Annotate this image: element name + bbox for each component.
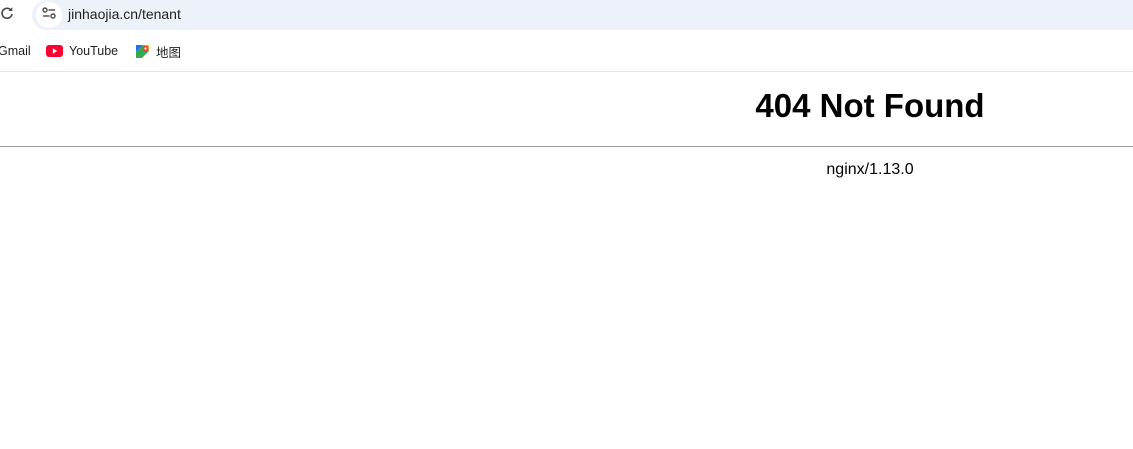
tune-icon (41, 5, 57, 26)
bookmark-label: 地图 (156, 45, 182, 60)
horizontal-rule (0, 146, 1133, 147)
bookmark-label: YouTube (69, 44, 119, 58)
bookmark-label: Gmail (0, 44, 31, 58)
reload-button[interactable] (0, 6, 14, 24)
bookmarks-bar: Gmail YouTube 地图 (0, 36, 1133, 66)
browser-toolbar: jinhaojia.cn/tenant (0, 0, 1133, 31)
bookmark-maps[interactable]: 地图 (135, 41, 181, 61)
page-content: 404 Not Found nginx/1.13.0 (0, 72, 1133, 449)
maps-icon (135, 43, 150, 59)
youtube-icon (46, 45, 63, 57)
site-info-button[interactable] (36, 2, 62, 28)
server-signature: nginx/1.13.0 (826, 161, 914, 178)
reload-icon (0, 6, 14, 25)
bookmark-youtube[interactable]: YouTube (46, 41, 118, 61)
url-text[interactable]: jinhaojia.cn/tenant (68, 6, 181, 22)
page-title: 404 Not Found (755, 87, 985, 124)
address-bar[interactable]: jinhaojia.cn/tenant (32, 0, 1133, 30)
bookmark-gmail[interactable]: Gmail (0, 41, 31, 61)
